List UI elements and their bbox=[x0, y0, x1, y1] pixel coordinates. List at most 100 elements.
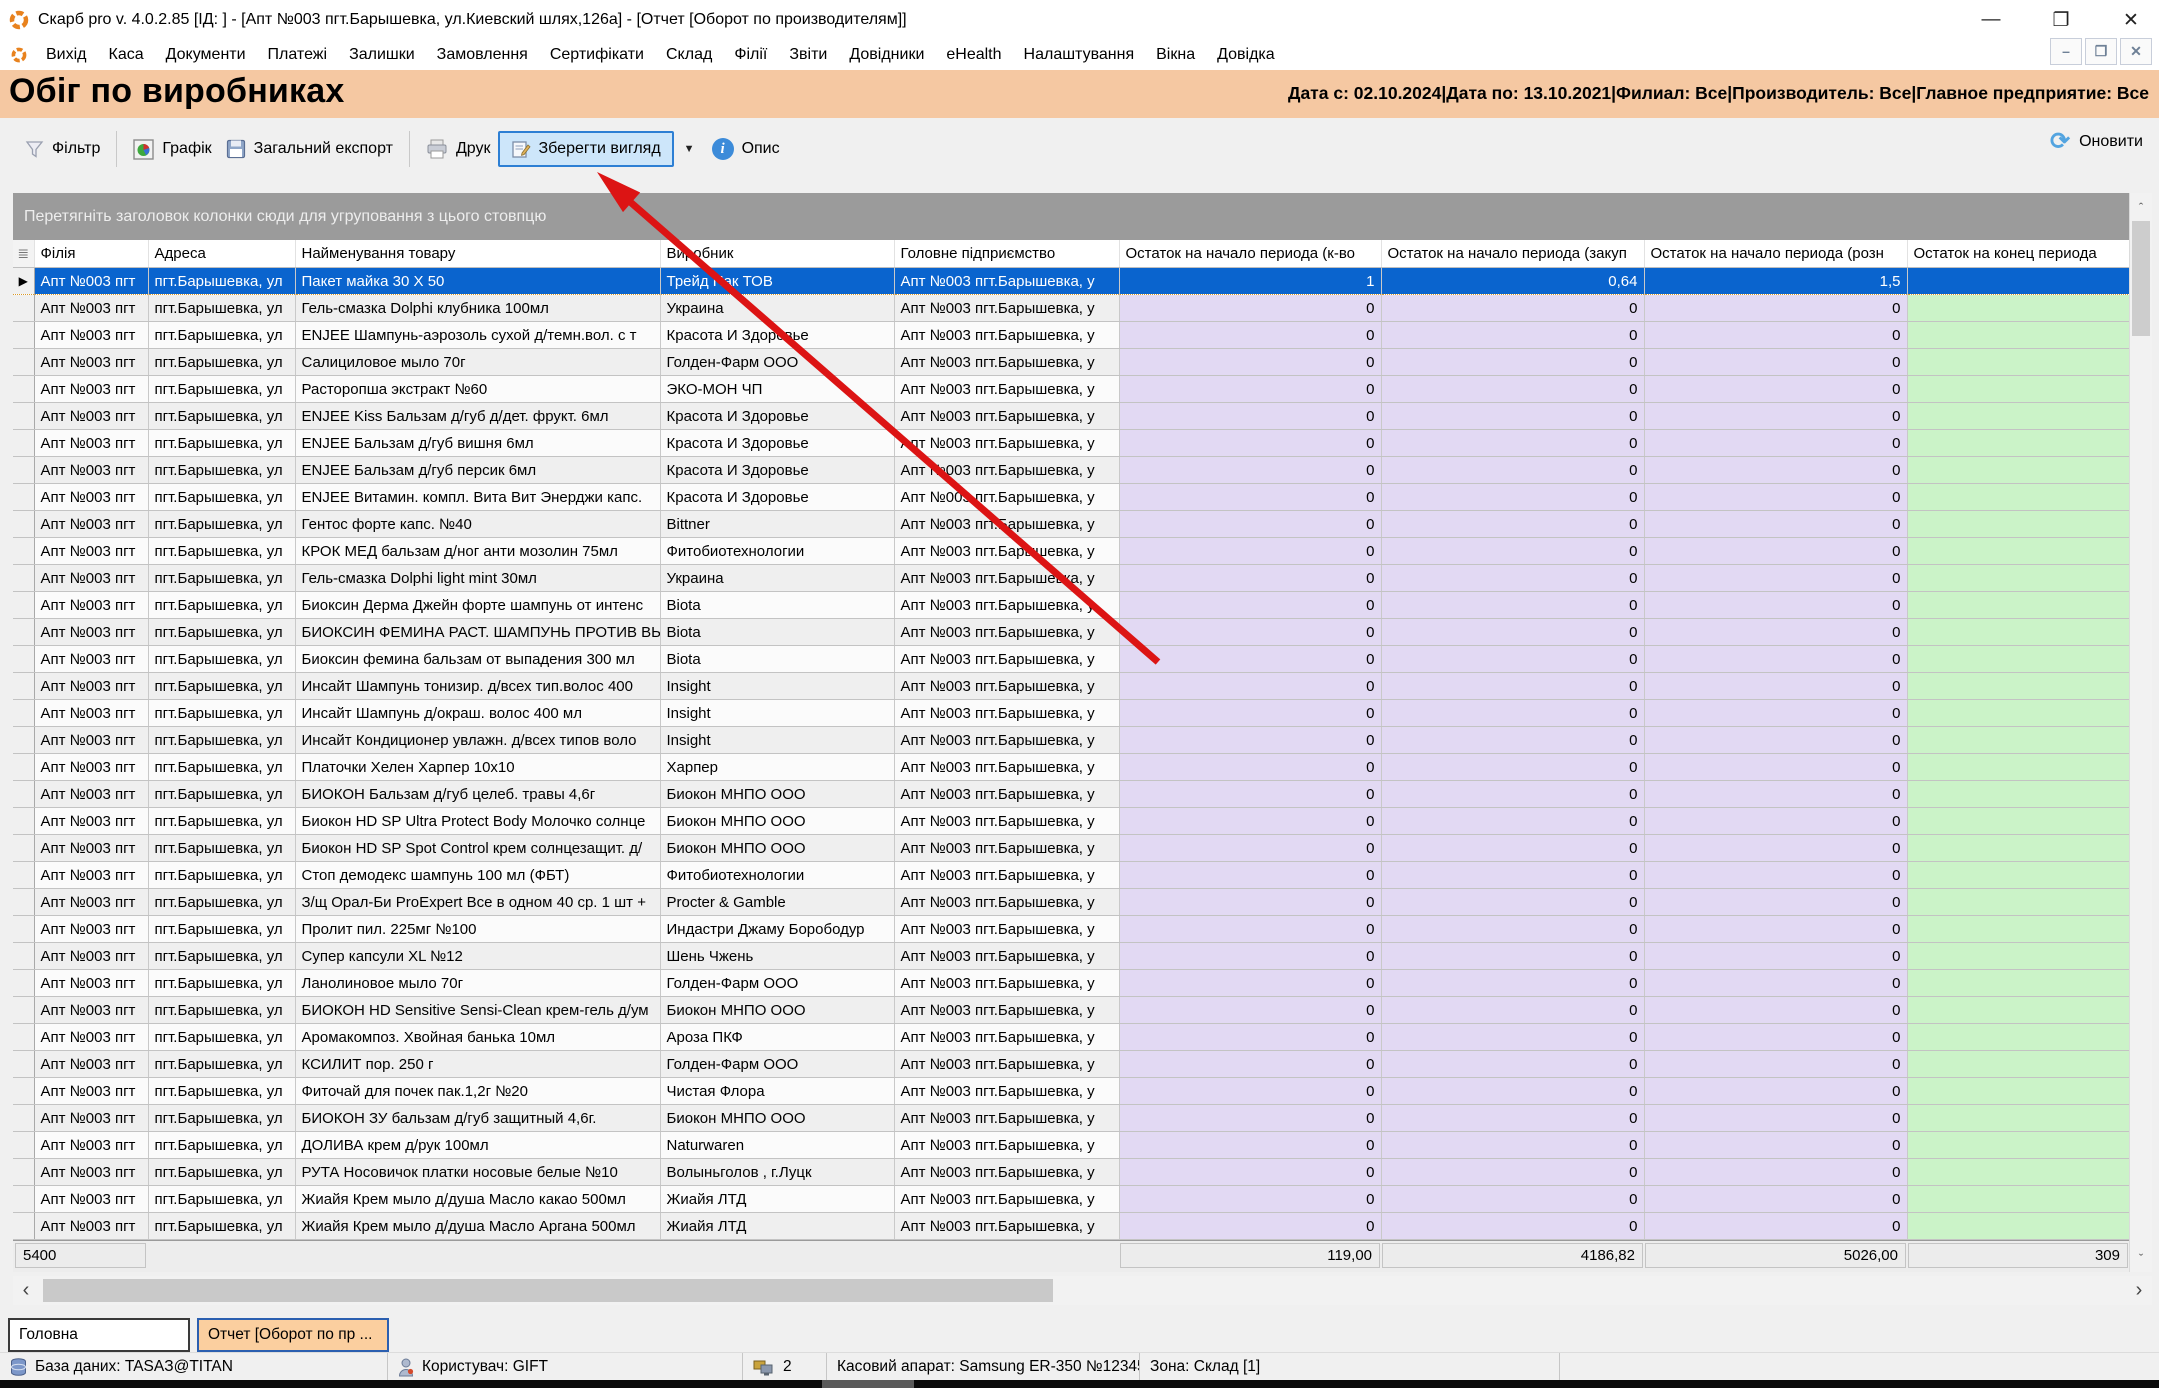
table-row[interactable]: Апт №003 пгтпгт.Барышевка, улENJEE Бальз… bbox=[13, 457, 2130, 484]
table-cell: Голден-Фарм ООО bbox=[660, 349, 894, 376]
table-row[interactable]: Апт №003 пгтпгт.Барышевка, улГель-смазка… bbox=[13, 565, 2130, 592]
table-row[interactable]: Апт №003 пгтпгт.Барышевка, улЖиайя Крем … bbox=[13, 1186, 2130, 1213]
table-cell: 0 bbox=[1381, 1105, 1644, 1132]
table-row[interactable]: Апт №003 пгтпгт.Барышевка, улГентос форт… bbox=[13, 511, 2130, 538]
mdi-close-button[interactable]: ✕ bbox=[2120, 38, 2152, 65]
save-view-dropdown-arrow[interactable]: ▼ bbox=[684, 143, 695, 155]
table-cell bbox=[1907, 1078, 2130, 1105]
tab-main[interactable]: Головна bbox=[8, 1318, 190, 1352]
table-cell: Апт №003 пгт.Барышевка, у bbox=[894, 727, 1119, 754]
menu-item-8[interactable]: Склад bbox=[655, 43, 723, 67]
column-header-1[interactable]: Філія bbox=[34, 240, 148, 268]
table-row[interactable]: Апт №003 пгтпгт.Барышевка, улENJEE Шампу… bbox=[13, 322, 2130, 349]
horizontal-scroll-thumb[interactable] bbox=[43, 1279, 1053, 1302]
table-row[interactable]: Апт №003 пгтпгт.Барышевка, улИнсайт Шамп… bbox=[13, 673, 2130, 700]
table-row[interactable]: Апт №003 пгтпгт.Барышевка, улБИОКОН HD S… bbox=[13, 997, 2130, 1024]
table-row[interactable]: Апт №003 пгтпгт.Барышевка, улИнсайт Шамп… bbox=[13, 700, 2130, 727]
restore-button[interactable]: ❐ bbox=[2039, 2, 2083, 38]
table-row[interactable]: Апт №003 пгтпгт.Барышевка, улБИОКОН Баль… bbox=[13, 781, 2130, 808]
scroll-down-icon[interactable]: ˇ bbox=[2130, 1246, 2152, 1270]
table-row[interactable]: Апт №003 пгтпгт.Барышевка, улФиточай для… bbox=[13, 1078, 2130, 1105]
table-row[interactable]: Апт №003 пгтпгт.Барышевка, улБИОКОН ЗУ б… bbox=[13, 1105, 2130, 1132]
tab-report[interactable]: Отчет [Оборот по пр ... bbox=[197, 1318, 389, 1352]
print-button[interactable]: Друк bbox=[419, 134, 498, 164]
table-cell: 0 bbox=[1644, 1186, 1907, 1213]
column-header-5[interactable]: Головне підприємство bbox=[894, 240, 1119, 268]
table-row[interactable]: Апт №003 пгтпгт.Барышевка, улСупер капсу… bbox=[13, 943, 2130, 970]
table-row[interactable]: ▶Апт №003 пгтпгт.Барышевка, улПакет майк… bbox=[13, 268, 2130, 295]
row-marker bbox=[13, 646, 34, 673]
mdi-minimize-button[interactable]: – bbox=[2050, 38, 2082, 65]
table-row[interactable]: Апт №003 пгтпгт.Барышевка, улБИОКСИН ФЕМ… bbox=[13, 619, 2130, 646]
column-header-2[interactable]: Адреса bbox=[148, 240, 295, 268]
menu-item-11[interactable]: Довідники bbox=[838, 43, 935, 67]
print-label: Друк bbox=[456, 140, 491, 158]
scroll-up-icon[interactable]: ˆ bbox=[2130, 195, 2152, 219]
column-header-6[interactable]: Остаток на начало периода (к-во bbox=[1119, 240, 1381, 268]
table-cell: Апт №003 пгт.Барышевка, у bbox=[894, 781, 1119, 808]
close-button[interactable]: ✕ bbox=[2109, 2, 2153, 38]
minimize-button[interactable]: — bbox=[1969, 2, 2013, 38]
horizontal-scrollbar[interactable]: ‹ › bbox=[13, 1276, 2152, 1305]
table-row[interactable]: Апт №003 пгтпгт.Барышевка, улБиоксин Дер… bbox=[13, 592, 2130, 619]
scroll-right-icon[interactable]: › bbox=[2126, 1276, 2152, 1305]
scroll-left-icon[interactable]: ‹ bbox=[13, 1276, 39, 1305]
column-header-9[interactable]: Остаток на конец периода bbox=[1907, 240, 2130, 268]
save-view-button[interactable]: Зберегти вигляд bbox=[498, 131, 674, 167]
menu-item-1[interactable]: Вихід bbox=[35, 43, 98, 67]
table-row[interactable]: Апт №003 пгтпгт.Барышевка, улСтоп демоде… bbox=[13, 862, 2130, 889]
group-by-band[interactable]: Перетягніть заголовок колонки сюди для у… bbox=[13, 193, 2130, 240]
table-row[interactable]: Апт №003 пгтпгт.Барышевка, улРасторопша … bbox=[13, 376, 2130, 403]
menu-item-4[interactable]: Платежі bbox=[257, 43, 339, 67]
table-row[interactable]: Апт №003 пгтпгт.Барышевка, улКСИЛИТ пор.… bbox=[13, 1051, 2130, 1078]
description-button[interactable]: i Опис bbox=[705, 133, 787, 165]
table-row[interactable]: Апт №003 пгтпгт.Барышевка, улENJEE Бальз… bbox=[13, 430, 2130, 457]
table-row[interactable]: Апт №003 пгтпгт.Барышевка, улКРОК МЕД ба… bbox=[13, 538, 2130, 565]
table-row[interactable]: Апт №003 пгтпгт.Барышевка, улБиоксин фем… bbox=[13, 646, 2130, 673]
menu-item-2[interactable]: Каса bbox=[98, 43, 155, 67]
menu-item-14[interactable]: Вікна bbox=[1145, 43, 1206, 67]
column-header-3[interactable]: Найменування товару bbox=[295, 240, 660, 268]
export-button[interactable]: Загальний експорт bbox=[219, 134, 400, 164]
menu-item-6[interactable]: Замовлення bbox=[426, 43, 539, 67]
menu-item-5[interactable]: Залишки bbox=[338, 43, 426, 67]
table-row[interactable]: Апт №003 пгтпгт.Барышевка, улENJEE Витам… bbox=[13, 484, 2130, 511]
table-row[interactable]: Апт №003 пгтпгт.Барышевка, улБиокон HD S… bbox=[13, 835, 2130, 862]
table-row[interactable]: Апт №003 пгтпгт.Барышевка, улРУТА Носови… bbox=[13, 1159, 2130, 1186]
column-chooser-icon[interactable]: ≣ bbox=[13, 240, 34, 268]
column-header-7[interactable]: Остаток на начало периода (закуп bbox=[1381, 240, 1644, 268]
vertical-scroll-thumb[interactable] bbox=[2132, 221, 2150, 336]
filter-button[interactable]: Фільтр bbox=[18, 135, 107, 164]
table-row[interactable]: Апт №003 пгтпгт.Барышевка, улГель-смазка… bbox=[13, 295, 2130, 322]
table-row[interactable]: Апт №003 пгтпгт.Барышевка, улПлаточки Хе… bbox=[13, 754, 2130, 781]
table-row[interactable]: Апт №003 пгтпгт.Барышевка, улБиокон HD S… bbox=[13, 808, 2130, 835]
table-row[interactable]: Апт №003 пгтпгт.Барышевка, улЖиайя Крем … bbox=[13, 1213, 2130, 1240]
table-row[interactable]: Апт №003 пгтпгт.Барышевка, улИнсайт Конд… bbox=[13, 727, 2130, 754]
table-row[interactable]: Апт №003 пгтпгт.Барышевка, улENJEE Kiss … bbox=[13, 403, 2130, 430]
column-header-8[interactable]: Остаток на начало периода (розн bbox=[1644, 240, 1907, 268]
refresh-button[interactable]: ⟳ Оновити bbox=[2050, 132, 2143, 152]
menu-item-7[interactable]: Сертифікати bbox=[539, 43, 655, 67]
menu-item-12[interactable]: eHealth bbox=[935, 43, 1012, 67]
table-row[interactable]: Апт №003 пгтпгт.Барышевка, улАромакомпоз… bbox=[13, 1024, 2130, 1051]
column-header-4[interactable]: Виробник bbox=[660, 240, 894, 268]
menu-item-10[interactable]: Звіти bbox=[778, 43, 838, 67]
menu-item-13[interactable]: Налаштування bbox=[1013, 43, 1146, 67]
table-row[interactable]: Апт №003 пгтпгт.Барышевка, улЗ/щ Орал-Би… bbox=[13, 889, 2130, 916]
vertical-scrollbar[interactable]: ˆ ˇ bbox=[2129, 193, 2152, 1272]
chart-button[interactable]: Графік bbox=[126, 134, 218, 165]
summary-row-count: 5400 bbox=[15, 1243, 146, 1268]
table-row[interactable]: Апт №003 пгтпгт.Барышевка, улСалициловое… bbox=[13, 349, 2130, 376]
mdi-restore-button[interactable]: ❐ bbox=[2085, 38, 2117, 65]
toolbar: Фільтр Графік Загальний експорт bbox=[0, 118, 2159, 180]
table-cell: Биокон МНПО ООО bbox=[660, 808, 894, 835]
menu-item-3[interactable]: Документи bbox=[155, 43, 257, 67]
table-row[interactable]: Апт №003 пгтпгт.Барышевка, улДОЛИВА крем… bbox=[13, 1132, 2130, 1159]
description-label: Опис bbox=[742, 140, 780, 158]
table-cell: пгт.Барышевка, ул bbox=[148, 403, 295, 430]
table-cell: Апт №003 пгт bbox=[34, 592, 148, 619]
menu-item-15[interactable]: Довідка bbox=[1206, 43, 1286, 67]
table-row[interactable]: Апт №003 пгтпгт.Барышевка, улЛанолиновое… bbox=[13, 970, 2130, 997]
table-row[interactable]: Апт №003 пгтпгт.Барышевка, улПролит пил.… bbox=[13, 916, 2130, 943]
menu-item-9[interactable]: Філії bbox=[723, 43, 778, 67]
